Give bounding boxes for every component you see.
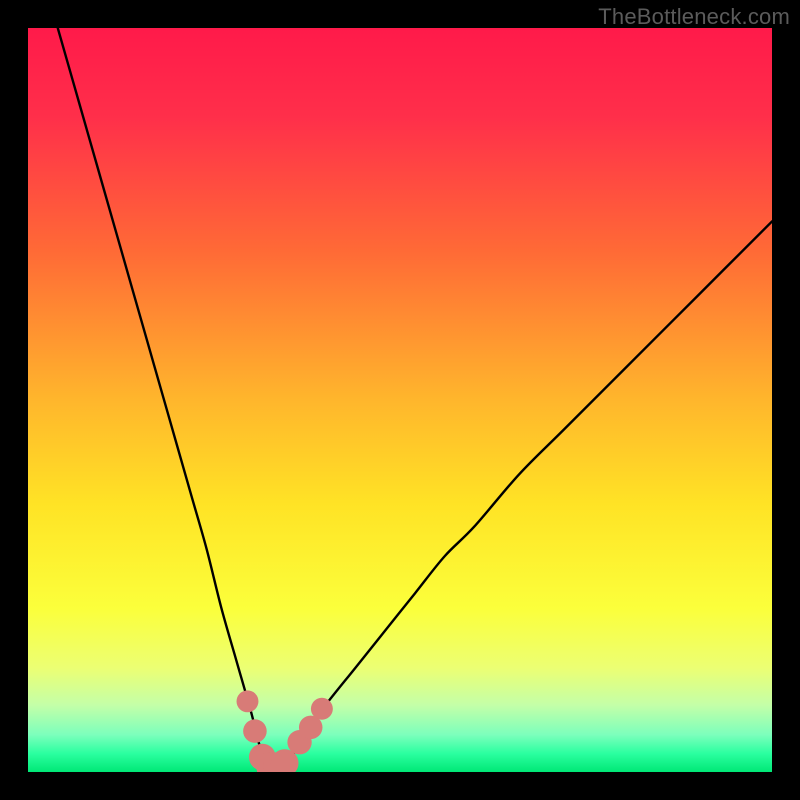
highlight-point: [243, 719, 267, 743]
highlight-point: [237, 690, 259, 712]
bottleneck-curve: [58, 28, 772, 772]
curve-layer: [28, 28, 772, 772]
plot-area: [28, 28, 772, 772]
watermark-text: TheBottleneck.com: [598, 4, 790, 30]
highlight-markers: [237, 690, 333, 772]
highlight-point: [311, 698, 333, 720]
chart-frame: TheBottleneck.com: [0, 0, 800, 800]
